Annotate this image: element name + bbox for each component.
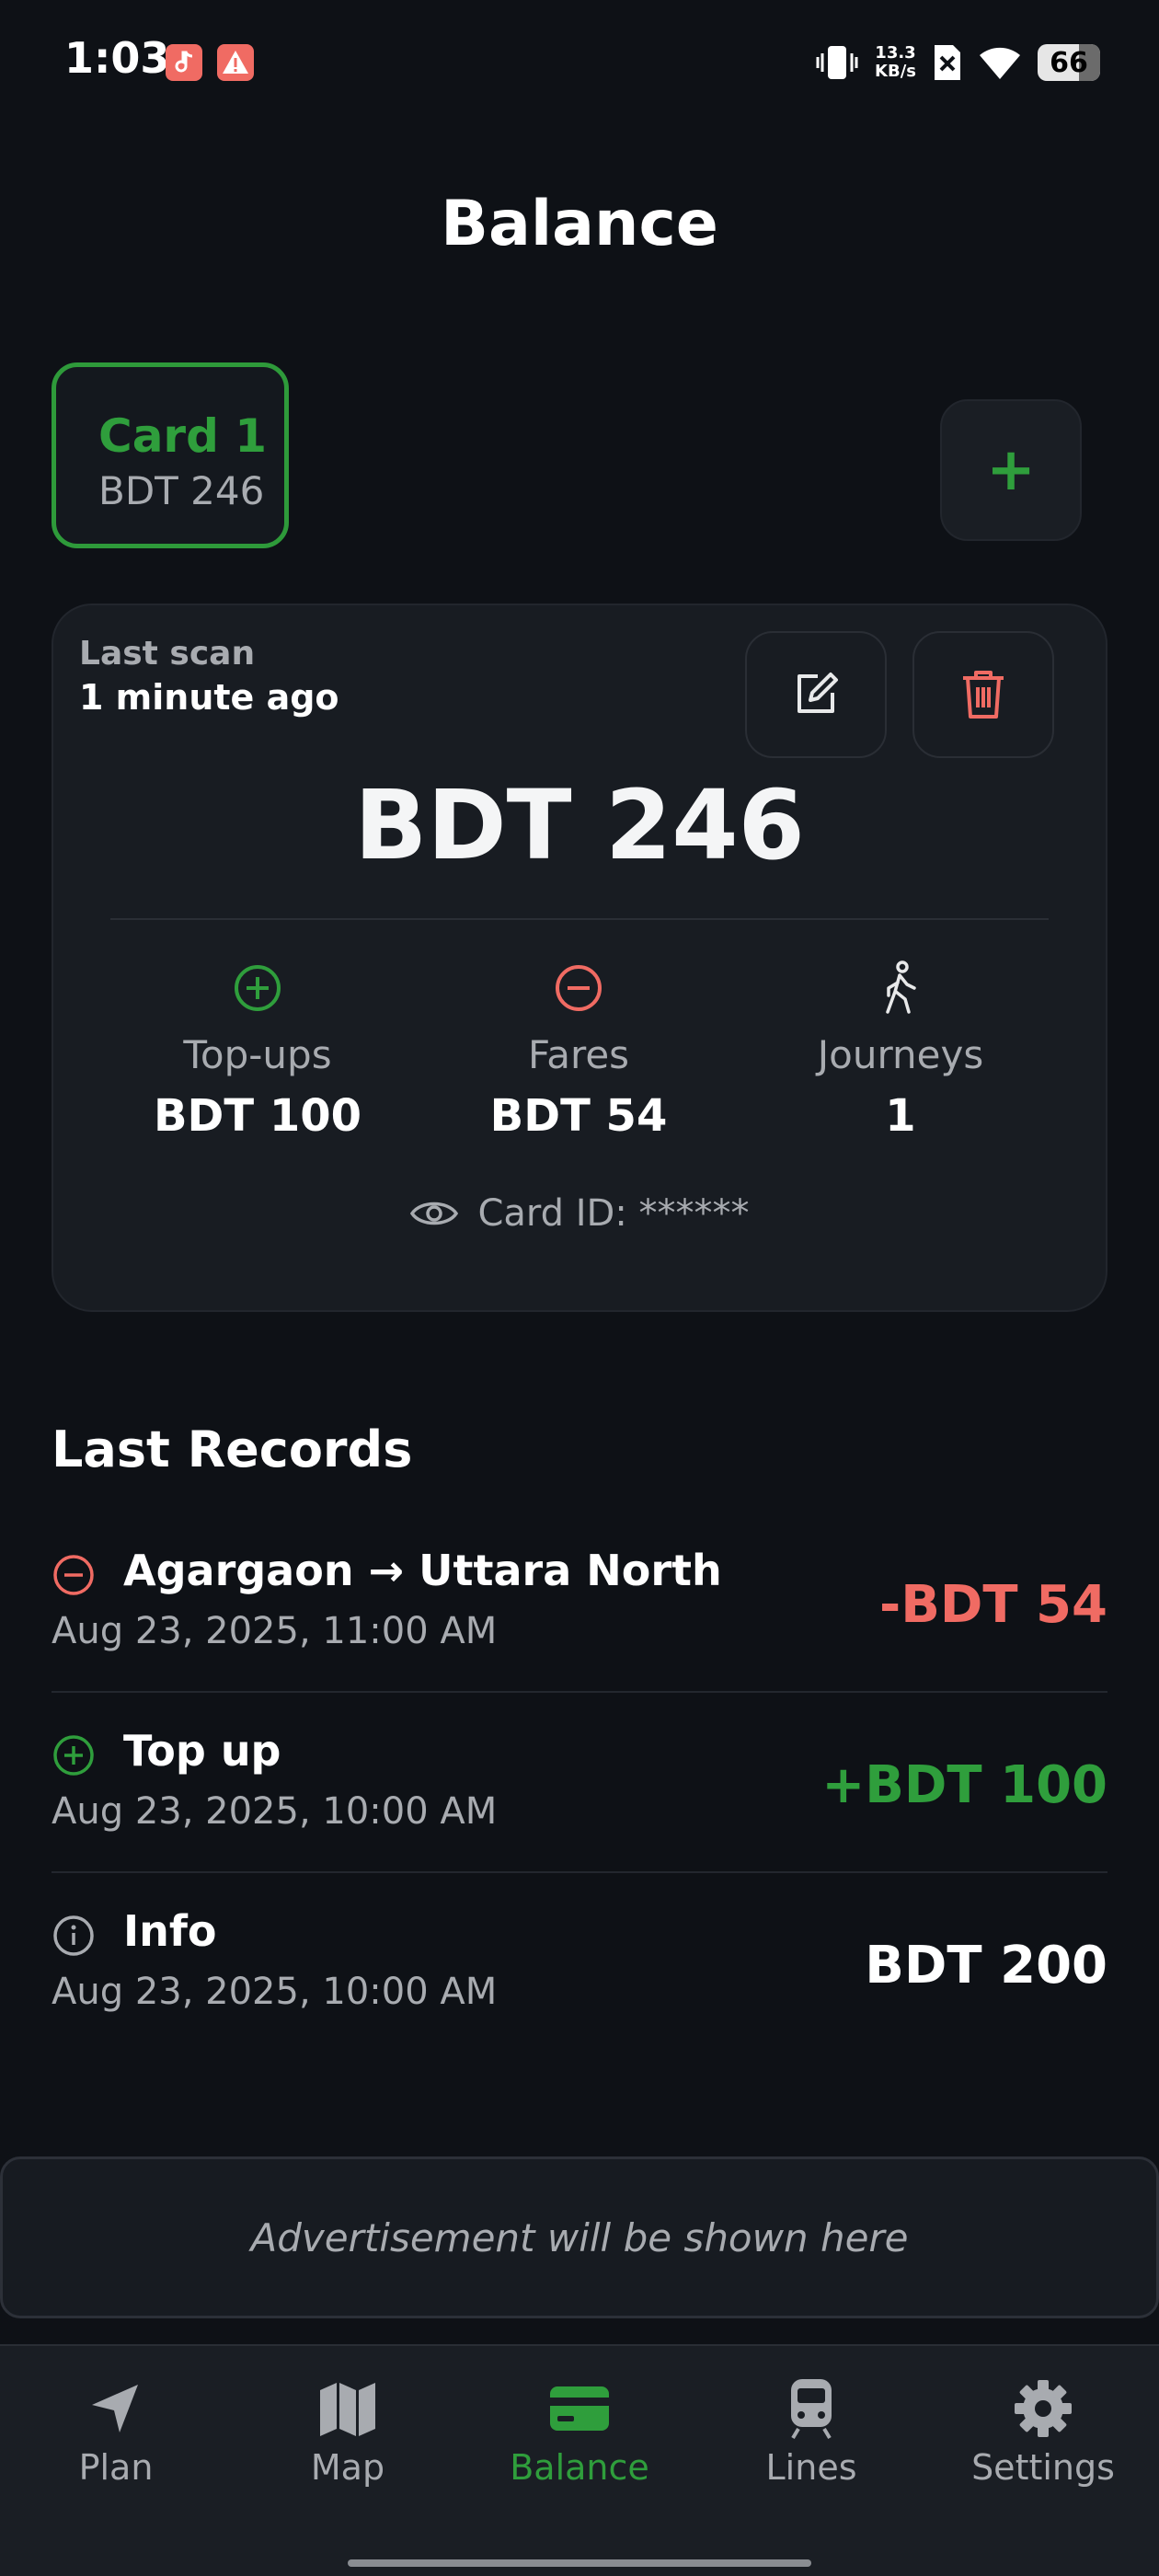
stat-topups-label: Top-ups	[183, 1032, 332, 1077]
nav-lines[interactable]: Lines	[710, 2374, 912, 2488]
eye-icon	[410, 1202, 459, 1225]
record-item[interactable]: Top up Aug 23, 2025, 10:00 AM +BDT 100	[52, 1695, 1107, 1875]
record-divider	[52, 1691, 1107, 1693]
card-chip-balance: BDT 246	[98, 468, 265, 513]
stat-journeys-value: 1	[885, 1090, 916, 1142]
card-chip-name: Card 1	[98, 409, 268, 463]
nav-plan-label: Plan	[78, 2447, 154, 2488]
nav-plan[interactable]: Plan	[15, 2374, 217, 2488]
record-title: Info	[123, 1906, 217, 1956]
music-app-icon	[166, 44, 202, 81]
record-amount: +BDT 100	[821, 1755, 1107, 1815]
stat-journeys: Journeys 1	[763, 960, 1039, 1142]
records-title: Last Records	[52, 1420, 413, 1478]
stat-fares-label: Fares	[527, 1032, 630, 1077]
card-id-toggle[interactable]: Card ID: ******	[0, 1192, 1159, 1235]
bottom-navigation: Plan Map Balance Lines Settings	[0, 2344, 1159, 2576]
plus-circle-icon	[53, 1735, 94, 1776]
stat-journeys-label: Journeys	[817, 1032, 984, 1077]
nav-settings-label: Settings	[971, 2447, 1115, 2488]
page-title: Balance	[441, 188, 718, 260]
map-icon	[320, 2383, 375, 2436]
stat-topups: Top-ups BDT 100	[120, 960, 396, 1142]
stat-fares-value: BDT 54	[489, 1090, 668, 1142]
gear-icon	[1015, 2380, 1072, 2437]
last-scan-label: Last scan	[79, 635, 256, 673]
card-chip-card-1[interactable]: Card 1 BDT 246	[52, 362, 289, 548]
no-sim-icon	[935, 45, 960, 80]
navigation-arrow-icon	[92, 2385, 138, 2432]
battery-icon: 66	[1038, 44, 1100, 81]
status-icons: 13.3 KB/s 66	[814, 39, 1100, 86]
advertisement-banner: Advertisement will be shown here	[0, 2156, 1159, 2318]
vibrate-icon	[816, 46, 858, 79]
balance-amount: BDT 246	[354, 769, 805, 881]
stat-topups-value: BDT 100	[153, 1090, 362, 1142]
wifi-icon	[980, 47, 1020, 79]
stat-fares: Fares BDT 54	[441, 960, 717, 1142]
nav-map-label: Map	[310, 2447, 385, 2488]
info-circle-icon	[53, 1915, 94, 1956]
nav-settings[interactable]: Settings	[942, 2374, 1144, 2488]
plus-circle-icon	[235, 965, 281, 1011]
trash-icon	[963, 671, 1004, 719]
edit-card-button[interactable]	[745, 631, 887, 758]
train-icon	[791, 2379, 832, 2440]
record-amount: BDT 200	[865, 1936, 1107, 1995]
add-card-button[interactable]: +	[940, 399, 1082, 541]
status-time: 1:03	[64, 33, 170, 83]
last-scan-value: 1 minute ago	[79, 677, 339, 718]
delete-card-button[interactable]	[912, 631, 1054, 758]
warning-app-icon	[217, 44, 254, 81]
record-title: Agargaon → Uttara North	[123, 1546, 722, 1595]
walking-icon	[886, 960, 916, 1014]
record-title: Top up	[123, 1726, 281, 1776]
edit-icon	[798, 673, 838, 713]
divider	[110, 918, 1049, 920]
home-indicator[interactable]	[348, 2559, 811, 2567]
record-item[interactable]: Agargaon → Uttara North Aug 23, 2025, 11…	[52, 1514, 1107, 1695]
minus-circle-icon	[53, 1555, 94, 1595]
nav-map[interactable]: Map	[247, 2374, 449, 2488]
record-date: Aug 23, 2025, 10:00 AM	[52, 1790, 498, 1833]
record-amount: -BDT 54	[878, 1575, 1107, 1635]
card-id-text: Card ID: ******	[477, 1192, 750, 1235]
card-icon	[550, 2386, 609, 2431]
record-item[interactable]: Info Aug 23, 2025, 10:00 AM BDT 200	[52, 1875, 1107, 2055]
record-date: Aug 23, 2025, 11:00 AM	[52, 1610, 498, 1652]
record-date: Aug 23, 2025, 10:00 AM	[52, 1971, 498, 2013]
record-divider	[52, 1871, 1107, 1873]
net-speed: 13.3 KB/s	[875, 43, 916, 81]
nav-balance[interactable]: Balance	[478, 2374, 681, 2488]
nav-lines-label: Lines	[765, 2447, 857, 2488]
nav-balance-label: Balance	[510, 2447, 649, 2488]
minus-circle-icon	[556, 965, 602, 1011]
